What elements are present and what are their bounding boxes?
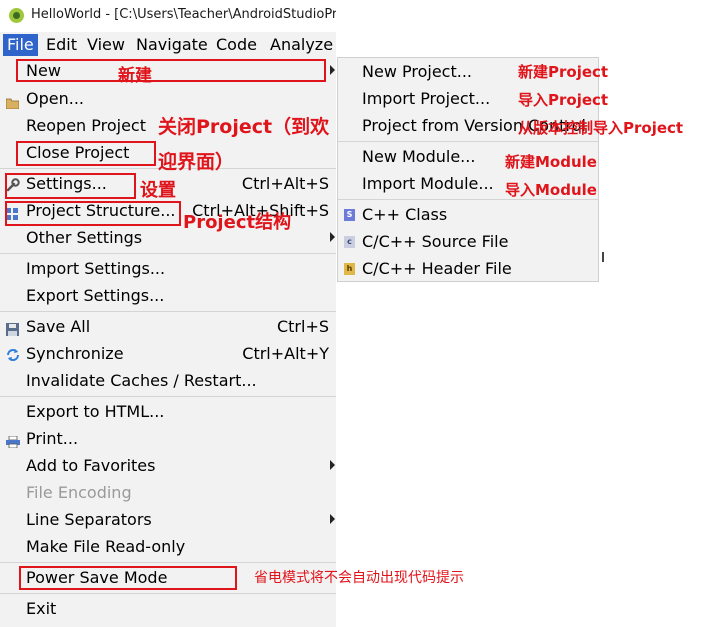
annotation-close-project-line2: 迎界面） (158, 151, 235, 173)
save-icon (6, 321, 19, 340)
menu-edit[interactable]: Edit (46, 35, 77, 54)
menu-item-line-separators[interactable]: Line Separators (0, 507, 336, 534)
menu-separator (0, 311, 336, 312)
submenu-item-cpp-class[interactable]: S C++ Class (338, 202, 598, 229)
menu-item-make-read-only[interactable]: Make File Read-only (0, 534, 336, 561)
submenu-arrow-icon (330, 460, 335, 470)
menu-navigate[interactable]: Navigate (136, 35, 208, 54)
menu-separator (0, 253, 336, 254)
menu-item-synchronize[interactable]: Synchronize Ctrl+Alt+Y (0, 341, 336, 368)
menu-separator (0, 593, 336, 594)
highlight-settings (5, 173, 136, 199)
android-studio-icon (9, 8, 24, 23)
menu-item-open[interactable]: Open... (0, 86, 336, 113)
menu-item-invalidate-caches[interactable]: Invalidate Caches / Restart... (0, 368, 336, 395)
annotation-import-project: 导入Project (518, 91, 609, 109)
cpp-source-file-icon: c (344, 236, 355, 248)
highlight-project-structure (5, 201, 181, 226)
submenu-arrow-icon (330, 514, 335, 524)
window-title: HelloWorld - [C:\Users\Teacher\AndroidSt… (31, 7, 336, 22)
submenu-item-cpp-source[interactable]: c C/C++ Source File (338, 229, 598, 256)
menu-item-print[interactable]: Print... (0, 426, 336, 453)
menu-item-exit[interactable]: Exit (0, 596, 336, 623)
menu-item-export-settings[interactable]: Export Settings... (0, 283, 336, 310)
menu-code[interactable]: Code (216, 35, 257, 54)
menu-item-add-favorites[interactable]: Add to Favorites (0, 453, 336, 480)
menu-item-import-settings[interactable]: Import Settings... (0, 256, 336, 283)
annotation-power-save-mode: 省电模式将不会自动出现代码提示 (254, 570, 464, 586)
cpp-class-icon: S (344, 209, 355, 221)
annotation-new: 新建 (118, 66, 152, 86)
highlight-close-project (16, 141, 156, 166)
menu-separator (0, 562, 336, 563)
annotation-import-module: 导入Module (505, 181, 597, 199)
menu-bar: File Edit View Navigate Code Analyze (0, 32, 336, 59)
menu-item-file-encoding: File Encoding (26, 483, 132, 502)
menu-analyze[interactable]: Analyze (270, 35, 333, 54)
menu-file[interactable]: File (3, 34, 38, 56)
synchronize-icon (6, 347, 20, 366)
menu-view[interactable]: View (87, 35, 125, 54)
printer-icon (6, 433, 20, 452)
annotation-new-module: 新建Module (505, 153, 597, 171)
annotation-settings: 设置 (140, 180, 176, 201)
title-bar: HelloWorld - [C:\Users\Teacher\AndroidSt… (0, 0, 336, 32)
folder-icon (5, 94, 20, 113)
menu-separator (338, 141, 598, 142)
annotation-new-project: 新建Project (518, 63, 609, 81)
menu-separator (0, 396, 336, 397)
annotation-close-project-line1: 关闭Project（到欢 (158, 116, 330, 138)
submenu-arrow-icon (330, 65, 335, 75)
submenu-arrow-icon (330, 232, 335, 242)
window-edge-mark (602, 252, 604, 262)
annotation-project-from-vcs: 从版本控制导入Project (518, 119, 684, 137)
menu-item-save-all[interactable]: Save All Ctrl+S (0, 314, 336, 341)
menu-item-export-html[interactable]: Export to HTML... (0, 399, 336, 426)
highlight-new (16, 59, 326, 82)
cpp-header-file-icon: h (344, 263, 355, 275)
submenu-item-cpp-header[interactable]: h C/C++ Header File (338, 256, 598, 283)
annotation-project-structure: Project结构 (183, 212, 292, 233)
highlight-power-save-mode (19, 566, 237, 590)
